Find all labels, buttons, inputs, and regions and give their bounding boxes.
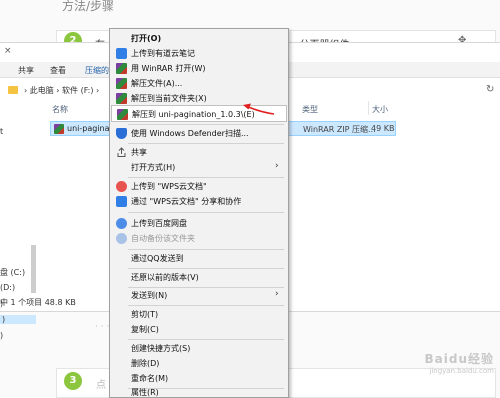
menu-item-label: 上传到 "WPS云文档" [131,182,207,191]
menu-item-defender-scan[interactable]: 使用 Windows Defender扫描... [111,125,287,142]
menu-item-restore-versions[interactable]: 还原以前的版本(V) [111,269,287,286]
annotation-arrow-icon [243,103,275,115]
column-header-type[interactable]: 类型 [302,104,318,115]
menu-item-label: 删除(D) [131,359,160,368]
nav-scrollbar[interactable] [31,245,36,293]
watermark-brand: Baidu经验 [424,352,494,366]
menu-item-label: 复制(C) [131,325,159,334]
folder-icon [8,86,18,94]
file-size: 49 KB [371,124,395,133]
file-type: WinRAR ZIP 压缩... [303,125,376,134]
wps-cloud-icon [116,181,127,192]
watermark-url: jingyan.baidu.com [429,367,494,375]
menu-item-label: 解压到 uni-pagination_1.0.3\(E) [132,110,255,119]
winrar-icon [117,109,128,120]
tab-compressed[interactable]: 压缩的 [85,65,109,76]
nav-item[interactable]: ) [0,331,3,340]
note-icon [116,48,127,59]
submenu-arrow-icon: › [275,161,279,171]
menu-item-auto-backup[interactable]: 自动备份该文件夹 [111,230,287,247]
breadcrumb[interactable]: › 此电脑 › 软件 (F:) › [24,85,99,96]
tab-share[interactable]: 共享 [18,65,34,76]
submenu-arrow-icon: › [275,289,279,299]
menu-item-label: 属性(R) [131,388,159,397]
menu-item-label: 打开方式(H) [131,163,176,172]
context-menu: 打开(O) 上传到有道云笔记 用 WinRAR 打开(W) 解压文件(A)...… [109,28,289,398]
menu-item-label: 使用 Windows Defender扫描... [131,129,249,138]
menu-item-label: 还原以前的版本(V) [131,273,199,282]
menu-separator [128,212,284,213]
menu-item-open-with[interactable]: 打开方式(H) › [111,159,287,176]
winrar-icon [116,63,127,74]
menu-item-label: 用 WinRAR 打开(W) [131,64,206,73]
nav-item-drive-c[interactable]: 盘 (C:) [0,267,25,278]
article-heading: 方法/步骤 [62,0,115,13]
column-separator[interactable] [368,101,369,115]
menu-item-send-qq[interactable]: 通过QQ发送到 [111,250,287,267]
menu-item-label: 自动备份该文件夹 [131,234,195,243]
menu-item-copy[interactable]: 复制(C) [111,321,287,338]
menu-item-label: 剪切(T) [131,310,159,319]
winrar-archive-icon [54,124,64,134]
menu-item-label: 通过QQ发送到 [131,254,184,263]
refresh-icon[interactable]: ↻ [486,84,494,95]
step-3-text: 点 [96,380,106,391]
nav-item-selected[interactable]: ) [0,315,36,324]
share-icon [117,147,126,157]
step-3-number: 3 [64,372,82,390]
wps-share-icon [116,196,127,207]
winrar-icon [116,78,127,89]
status-bar: 中 1 个项目 48.8 KB [0,298,76,307]
menu-item-label: 上传到有道云笔记 [131,49,195,58]
nav-item[interactable]: t [0,127,3,136]
baidu-netdisk-icon [116,218,127,229]
menu-item-send-to[interactable]: 发送到(N) › [111,287,287,304]
close-icon[interactable]: × [4,46,12,56]
menu-item-label: 通过 "WPS云文档" 分享和协作 [131,197,242,206]
menu-item-properties[interactable]: 属性(R) [111,384,287,398]
menu-item-label: 打开(O) [131,34,162,43]
menu-item-label: 共享 [131,148,147,157]
baidu-backup-icon [116,233,127,244]
menu-item-share-wps[interactable]: 通过 "WPS云文档" 分享和协作 [111,193,287,210]
column-header-name[interactable]: 名称 [52,104,68,115]
baidu-watermark: Baidu经验 jingyan.baidu.com [382,350,495,375]
winrar-icon [116,93,127,104]
shield-icon [116,128,127,139]
tab-view[interactable]: 查看 [50,65,66,76]
nav-item-drive-d[interactable]: (D:) [0,283,15,292]
menu-item-label: 创建快捷方式(S) [131,344,191,353]
column-header-size[interactable]: 大小 [372,104,388,115]
menu-item-label: 上传到百度网盘 [131,219,187,228]
navigation-pane: t 盘 (C:) (D:) ) ) ) [0,103,40,340]
menu-item-label: 重命名(M) [131,374,169,383]
menu-item-label: 解压文件(A)... [131,79,183,88]
menu-item-label: 发送到(N) [131,291,168,300]
menu-item-label: 解压到当前文件夹(X) [131,94,207,103]
